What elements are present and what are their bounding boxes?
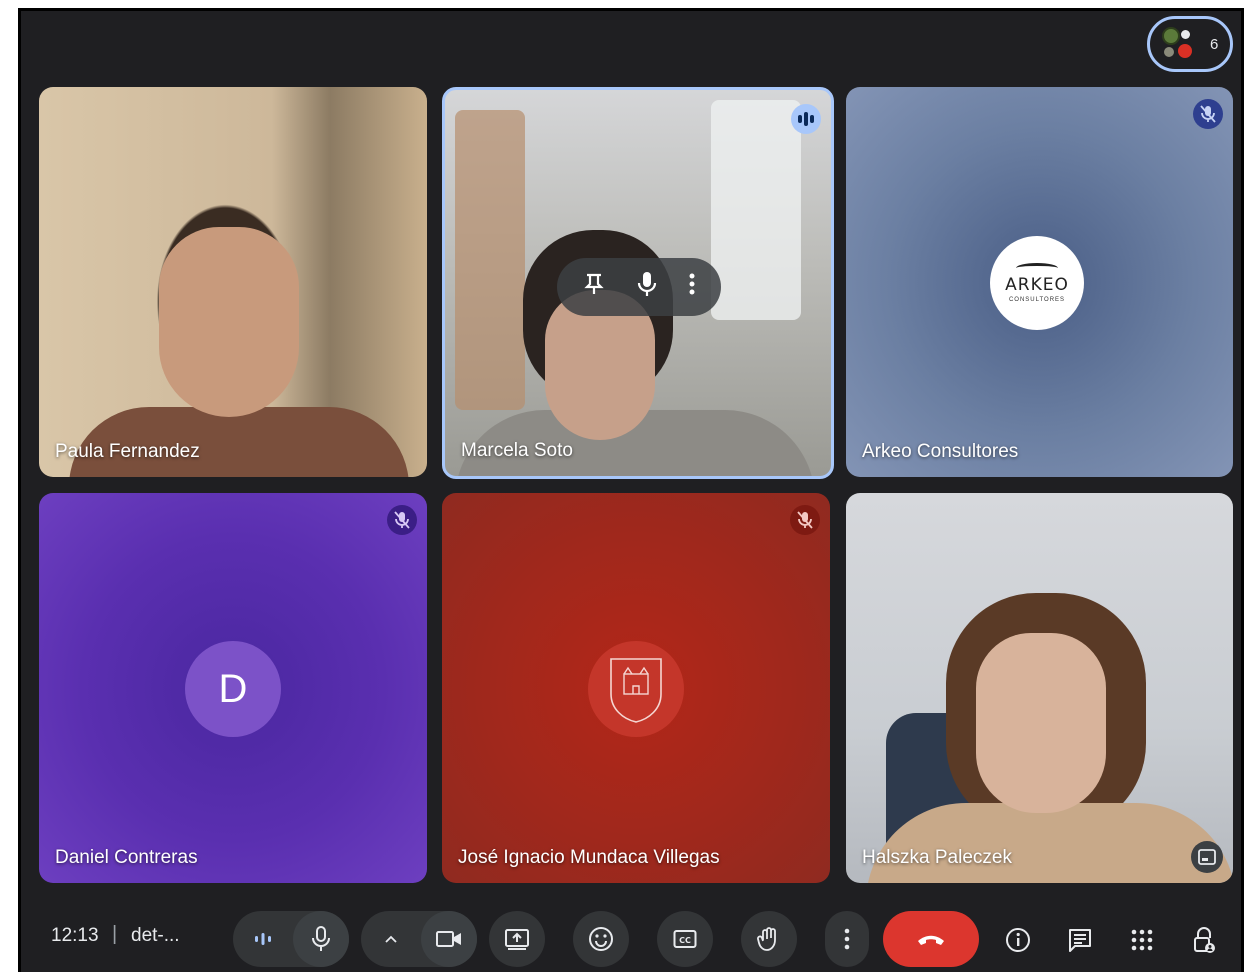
avatar: D [185, 641, 281, 737]
participant-tile[interactable]: D Daniel Contreras [39, 493, 427, 883]
participant-name: Arkeo Consultores [862, 441, 1019, 462]
call-end-icon [918, 935, 944, 945]
raise-hand-button[interactable] [741, 911, 797, 967]
present-screen-button[interactable] [489, 911, 545, 967]
video-feed [455, 110, 525, 410]
participant-tile[interactable]: Halszka Paleczek [846, 493, 1233, 883]
avatar [1162, 27, 1180, 45]
present-to-all-icon [505, 929, 529, 950]
more-vert-icon[interactable] [689, 273, 695, 301]
mic-control-group [233, 911, 349, 967]
hand-icon [757, 927, 776, 951]
divider: | [112, 923, 118, 945]
logo-text: ARKEO [1005, 275, 1069, 295]
avatar [1181, 30, 1190, 39]
participant-name: José Ignacio Mundaca Villegas [458, 847, 720, 868]
tile-hover-controls [557, 258, 721, 316]
mic-button[interactable] [293, 911, 349, 967]
meeting-info-button[interactable] [1003, 925, 1033, 955]
participants-button[interactable]: 6 [1147, 16, 1233, 72]
mic-icon [312, 926, 330, 951]
meeting-clock: 12:13 [51, 925, 99, 946]
camera-control-group [361, 911, 477, 967]
participant-tile[interactable]: José Ignacio Mundaca Villegas [442, 493, 830, 883]
svg-text:CC: CC [679, 936, 691, 945]
more-vert-icon [844, 928, 850, 950]
participant-tile[interactable]: Paula Fernandez [39, 87, 427, 477]
mic-off-icon [1193, 99, 1223, 129]
video-feed [711, 100, 801, 320]
emoji-icon [589, 927, 613, 951]
pin-icon[interactable] [583, 272, 605, 302]
participant-name: Paula Fernandez [55, 441, 200, 462]
participant-tile[interactable]: ARKEO CONSULTORES Arkeo Consultores [846, 87, 1233, 477]
apps-grid-icon [1131, 929, 1153, 951]
more-options-button[interactable] [825, 911, 869, 967]
leave-call-button[interactable] [883, 911, 979, 967]
participant-name: Marcela Soto [461, 440, 573, 461]
avatar [1164, 47, 1174, 57]
mic-icon[interactable] [637, 271, 657, 303]
picture-in-picture-icon[interactable] [1191, 841, 1223, 873]
audio-level-icon [233, 932, 293, 946]
camera-options-button[interactable] [361, 935, 421, 943]
participant-name: Halszka Paleczek [862, 847, 1012, 868]
lock-person-icon [1194, 927, 1215, 953]
crest-icon [588, 641, 684, 737]
control-bar: 12:13 | det-... CC [21, 899, 1241, 972]
chevron-up-icon [385, 935, 397, 943]
chat-button[interactable] [1065, 925, 1095, 955]
participant-logo: ARKEO CONSULTORES [990, 236, 1084, 330]
mic-off-icon [387, 505, 417, 535]
video-feed [866, 803, 1233, 883]
host-controls-button[interactable] [1189, 925, 1219, 955]
chat-icon [1069, 929, 1091, 952]
participant-count: 6 [1210, 35, 1219, 53]
activities-button[interactable] [1127, 925, 1157, 955]
videocam-icon [436, 931, 461, 947]
closed-caption-icon: CC [673, 930, 697, 948]
participant-name: Daniel Contreras [55, 847, 198, 868]
logo-subtext: CONSULTORES [1008, 297, 1066, 303]
participant-avatars [1162, 27, 1196, 61]
avatar [1178, 44, 1192, 58]
logo-mark-icon [1016, 263, 1058, 273]
meeting-code[interactable]: det-... [131, 925, 180, 947]
meet-window: 6 Paula Fernandez Marcela Soto ARKEO CON… [18, 8, 1244, 972]
reactions-button[interactable] [573, 911, 629, 967]
info-icon [1006, 928, 1030, 952]
captions-button[interactable]: CC [657, 911, 713, 967]
video-feed [976, 633, 1106, 813]
participant-tile-active[interactable]: Marcela Soto [442, 87, 834, 479]
camera-button[interactable] [421, 911, 477, 967]
video-feed [159, 227, 299, 417]
mic-off-icon [790, 505, 820, 535]
speaking-indicator-icon [791, 104, 821, 134]
